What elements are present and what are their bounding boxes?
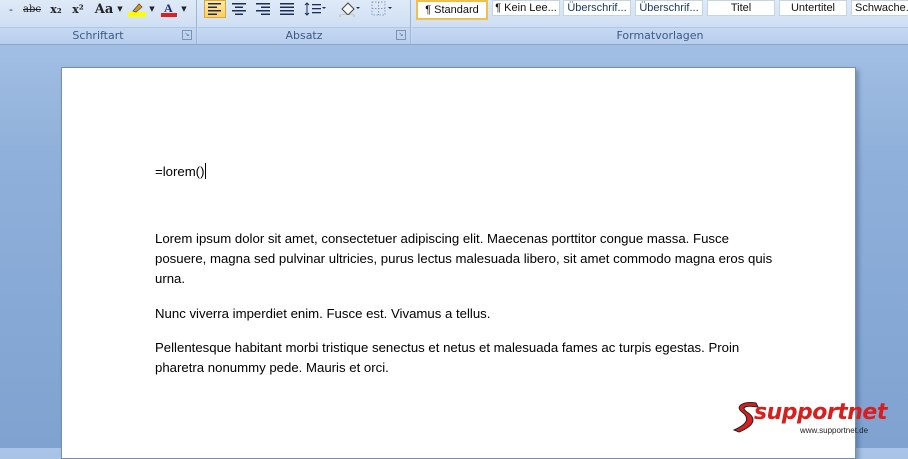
subscript-button[interactable]: x₂ [46,0,66,18]
shading-button[interactable] [336,0,364,18]
paragraph-3[interactable]: Pellentesque habitant morbi tristique se… [155,338,775,378]
schriftart-dialog-launcher-icon[interactable]: ↘ [182,30,192,40]
font-color-icon: A [161,1,177,17]
style-kein-leerraum[interactable]: ¶ Kein Lee... [492,0,560,16]
command-line[interactable]: =lorem() [155,162,207,182]
group-schriftart: - abc x₂ x² Aa ▼ ▼ A ▼ Schriftart ↘ [0,0,197,44]
strikethrough-button[interactable]: abc [20,0,44,18]
group-absatz: Absatz ↘ [198,0,411,44]
group-formatvorlagen: ¶ Standard ¶ Kein Lee... Überschrif... Ü… [412,0,908,44]
font-color-button[interactable]: A [158,0,180,18]
style-titel[interactable]: Titel [707,0,775,16]
change-case-dropdown-icon[interactable]: ▼ [116,0,124,18]
justify-button[interactable] [276,0,298,18]
align-right-button[interactable] [252,0,274,18]
group-label-absatz: Absatz [285,29,323,42]
ribbon: - abc x₂ x² Aa ▼ ▼ A ▼ Schriftart ↘ Absa… [0,0,908,45]
supportnet-watermark: supportnet www.supportnet.de [730,400,900,435]
text-cursor [205,163,207,179]
align-left-icon [208,3,221,15]
text-highlight-button[interactable] [126,0,148,18]
paint-bucket-icon [339,2,360,17]
svg-text:A: A [164,1,173,15]
justify-icon [280,3,294,15]
shrink-font-button[interactable]: - [4,0,18,18]
font-color-dropdown-icon[interactable]: ▼ [180,0,188,18]
style-untertitel[interactable]: Untertitel [779,0,847,16]
highlighter-icon [128,3,146,17]
group-label-schriftart: Schriftart [72,29,124,42]
line-spacing-icon [304,2,326,16]
align-left-button[interactable] [204,0,226,18]
paragraph-1[interactable]: Lorem ipsum dolor sit amet, consectetuer… [155,229,775,289]
change-case-button[interactable]: Aa [92,0,116,18]
command-text: =lorem() [155,164,205,179]
paragraph-2[interactable]: Nunc viverra imperdiet enim. Fusce est. … [155,304,775,324]
group-label-formatvorlagen: Formatvorlagen [616,29,704,42]
borders-icon [371,1,392,16]
style-schwache-hervorhebung[interactable]: Schwache... [851,0,908,16]
watermark-url: www.supportnet.de [800,426,869,435]
align-center-button[interactable] [228,0,250,18]
style-ueberschrift-2[interactable]: Überschrif... [635,0,703,16]
watermark-brand: supportnet [754,400,887,425]
superscript-button[interactable]: x² [68,0,88,18]
borders-button[interactable] [368,0,396,18]
align-right-icon [256,3,270,15]
style-ueberschrift-1[interactable]: Überschrif... [563,0,631,16]
align-center-icon [232,3,246,15]
highlight-dropdown-icon[interactable]: ▼ [148,0,156,18]
style-standard[interactable]: ¶ Standard [416,0,488,20]
absatz-dialog-launcher-icon[interactable]: ↘ [396,30,406,40]
line-spacing-button[interactable] [302,0,328,18]
